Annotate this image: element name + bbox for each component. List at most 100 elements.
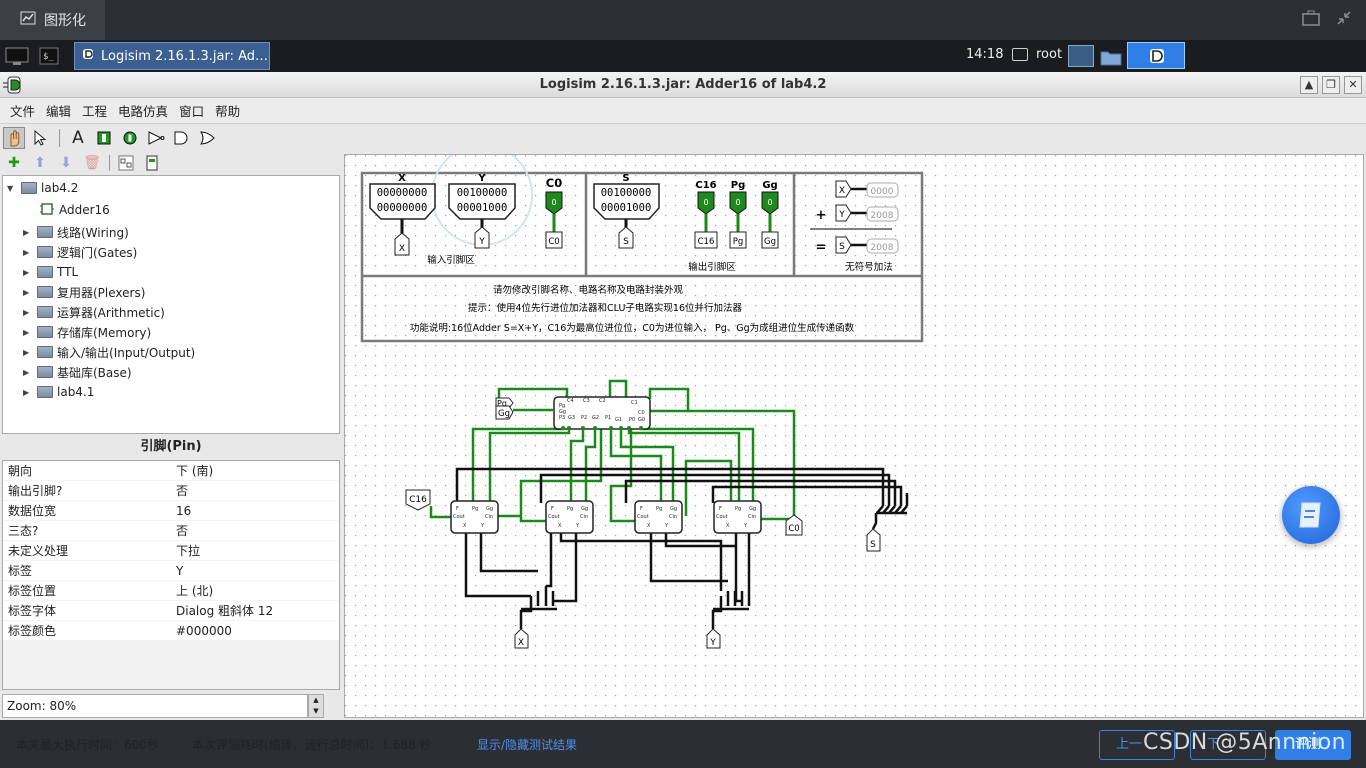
tree-library-label: 逻辑门(Gates) xyxy=(57,245,138,260)
tree-library-base[interactable]: ▶ 基础库(Base) xyxy=(23,362,132,382)
output-pin-tool[interactable] xyxy=(119,127,141,149)
adder4-subcircuit[interactable]: F Pg GgCout CinX Y xyxy=(634,500,683,534)
menu-help[interactable]: 帮助 xyxy=(215,101,240,120)
svg-text:X: X xyxy=(518,638,524,648)
desktop-icon[interactable] xyxy=(4,43,30,69)
spin-down-icon[interactable]: ▼ xyxy=(309,706,323,717)
toolbox-icon[interactable] xyxy=(1302,10,1320,29)
elapsed-time: 本次评测耗时(编译、运行总时间)：1.688 秒 xyxy=(192,738,432,752)
menu-file[interactable]: 文件 xyxy=(10,101,35,120)
attribute-row[interactable]: 三态? 否 xyxy=(3,521,339,541)
attribute-table: 朝向 下 (南) 输出引脚? 否 数据位宽 16 三态? 否 未定义处理 下拉 标签 Y 标… xyxy=(2,460,340,690)
tree-library-plexers[interactable]: ▶ 复用器(Plexers) xyxy=(23,282,145,302)
logisim-tray-icon[interactable] xyxy=(1127,42,1185,69)
svg-text:C0: C0 xyxy=(638,410,645,416)
svg-text:Pg: Pg xyxy=(472,506,478,512)
adder4-subcircuit[interactable]: F Pg GgCout CinX Y xyxy=(713,500,762,534)
app-tab-graphics[interactable]: 图形化 xyxy=(0,0,105,40)
folder-icon[interactable] xyxy=(1099,45,1123,67)
folder-icon xyxy=(37,346,53,358)
move-down-icon[interactable]: ⬇ xyxy=(55,152,77,174)
logisim-app-icon xyxy=(2,75,22,98)
attribute-key: 数据位宽 xyxy=(8,504,57,518)
move-up-icon[interactable]: ⬆ xyxy=(29,152,51,174)
svg-text:C3: C3 xyxy=(583,398,590,404)
adder4-subcircuit[interactable]: F Pg GgCout CinX Y xyxy=(545,500,594,534)
equals-sign: = xyxy=(816,240,827,255)
menu-project[interactable]: 工程 xyxy=(82,101,107,120)
tree-library-label: 存储库(Memory) xyxy=(57,325,152,340)
collapsed-arrow-icon: ▶ xyxy=(23,227,30,237)
terminal-icon[interactable]: $_ xyxy=(38,43,60,69)
edit-appearance-icon[interactable] xyxy=(141,152,163,174)
attribute-row[interactable]: 标签字体 Dialog 粗斜体 12 xyxy=(3,601,339,621)
svg-text:Cout: Cout xyxy=(453,514,465,520)
user-name: root xyxy=(1036,47,1063,62)
input-pin-tool[interactable] xyxy=(93,127,115,149)
maximize-icon[interactable]: ❐ xyxy=(1322,76,1340,94)
svg-text:X: X xyxy=(647,523,651,529)
delete-icon[interactable]: 🗑 xyxy=(81,152,103,174)
svg-text:Gg: Gg xyxy=(498,409,510,419)
attribute-row[interactable]: 标签 Y xyxy=(3,561,339,581)
add-circuit-icon[interactable]: ✚ xyxy=(3,152,25,174)
tree-library-label: lab4.1 xyxy=(57,385,95,399)
menu-edit[interactable]: 编辑 xyxy=(46,101,71,120)
circuit-canvas[interactable]: X 00000000 00000000 X Y 00100000 0000100… xyxy=(344,154,1364,718)
tree-library-label: 基础库(Base) xyxy=(57,365,132,380)
collapse-icon[interactable] xyxy=(1336,10,1352,29)
svg-text:$_: $_ xyxy=(43,52,54,62)
minimize-icon[interactable]: ▲ xyxy=(1300,76,1318,94)
tree-library-lab41[interactable]: ▶ lab4.1 xyxy=(23,382,94,402)
taskbar-logisim-window[interactable]: Logisim 2.16.1.3.jar: Ad… xyxy=(74,42,270,70)
clu-subcircuit[interactable]: PgGgP3 G3 P2 G2 P1 G1 P0 G0C0 C4 C3 C2 C1 xyxy=(553,396,651,430)
tree-library-ttl[interactable]: ▶ TTL xyxy=(23,262,78,282)
zoom-field[interactable]: Zoom: 80% xyxy=(2,694,308,718)
attribute-value: 16 xyxy=(176,503,192,518)
attribute-row[interactable]: 未定义处理 下拉 xyxy=(3,541,339,561)
attribute-key: 标签字体 xyxy=(8,604,57,618)
monitor-icon[interactable] xyxy=(1068,45,1094,67)
close-icon[interactable]: ✕ xyxy=(1344,76,1362,94)
svg-text:Pg: Pg xyxy=(733,237,744,247)
tree-circuit-adder16[interactable]: Adder16 xyxy=(39,200,110,220)
adder4-subcircuit[interactable]: F Pg GgCout CinX Y xyxy=(450,500,499,534)
svg-text:G2: G2 xyxy=(592,415,599,421)
taskbar-window-label: Logisim 2.16.1.3.jar: Ad… xyxy=(101,48,269,64)
keyboard-icon[interactable] xyxy=(1012,48,1028,61)
attribute-row[interactable]: 标签颜色 #000000 xyxy=(3,621,339,641)
expanded-arrow-icon: ▼ xyxy=(7,183,14,193)
toggle-results-link[interactable]: 显示/隐藏测试结果 xyxy=(477,736,577,753)
svg-text:0: 0 xyxy=(735,198,740,207)
not-gate-icon[interactable] xyxy=(145,127,167,149)
attribute-key: 标签 xyxy=(8,564,33,578)
attribute-key: 输出引脚? xyxy=(8,484,63,498)
select-arrow-tool[interactable] xyxy=(29,127,51,149)
attribute-row[interactable]: 朝向 下 (南) xyxy=(3,461,339,481)
edit-layout-icon[interactable] xyxy=(115,152,137,174)
svg-text:Gg: Gg xyxy=(670,506,677,512)
attribute-row[interactable]: 输出引脚? 否 xyxy=(3,481,339,501)
svg-text:S: S xyxy=(870,540,876,550)
tree-library-io[interactable]: ▶ 输入/输出(Input/Output) xyxy=(23,342,195,362)
tree-library-gates[interactable]: ▶ 逻辑门(Gates) xyxy=(23,242,137,262)
or-gate-icon[interactable] xyxy=(197,127,219,149)
tree-library-memory[interactable]: ▶ 存储库(Memory) xyxy=(23,322,151,342)
svg-text:P0: P0 xyxy=(629,417,635,423)
zoom-spinner[interactable]: ▲ ▼ xyxy=(308,694,324,718)
tree-root[interactable]: ▼ lab4.2 xyxy=(7,178,78,198)
pin-bits: 00100000 xyxy=(601,187,652,199)
tree-library-wiring[interactable]: ▶ 线路(Wiring) xyxy=(23,222,129,242)
and-gate-icon[interactable] xyxy=(171,127,193,149)
menu-window[interactable]: 窗口 xyxy=(179,101,204,120)
svg-text:Cin: Cin xyxy=(580,514,588,520)
text-tool[interactable]: A xyxy=(67,127,89,149)
hand-poke-tool[interactable] xyxy=(3,127,25,149)
assistant-float-button[interactable] xyxy=(1282,486,1340,544)
folder-icon xyxy=(37,286,53,298)
spin-up-icon[interactable]: ▲ xyxy=(309,695,323,706)
attribute-row[interactable]: 标签位置 上 (北) xyxy=(3,581,339,601)
tree-library-arithmetic[interactable]: ▶ 运算器(Arithmetic) xyxy=(23,302,165,322)
menu-simulate[interactable]: 电路仿真 xyxy=(118,101,168,120)
attribute-row[interactable]: 数据位宽 16 xyxy=(3,501,339,521)
